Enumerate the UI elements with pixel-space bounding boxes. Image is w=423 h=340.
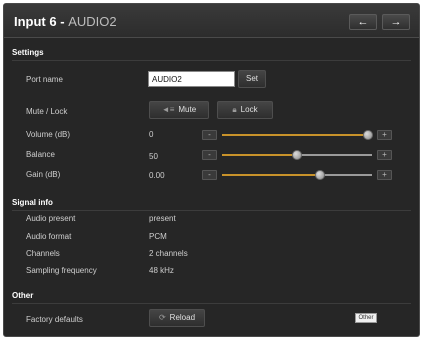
channels-label: Channels [26, 249, 60, 258]
mute-lock-label: Mute / Lock [26, 107, 68, 116]
reload-icon: ⟳ [158, 313, 166, 322]
volume-increase-button[interactable]: + [377, 130, 392, 140]
title-separator: - [60, 14, 65, 29]
set-button[interactable]: Set [238, 70, 266, 88]
volume-fill [222, 134, 368, 136]
balance-label: Balance [26, 150, 55, 159]
signal-info-heading: Signal info [12, 198, 53, 207]
arrow-right-icon: → [390, 16, 402, 28]
settings-divider [12, 60, 411, 61]
balance-slider[interactable] [222, 150, 372, 160]
balance-slider-row: - + [202, 150, 392, 162]
volume-decrease-button[interactable]: - [202, 130, 217, 140]
padlock-icon: 🔒︎ [232, 105, 237, 114]
gain-decrease-button[interactable]: - [202, 170, 217, 180]
signal-info-divider [12, 210, 411, 211]
mute-label: Mute [178, 105, 197, 114]
arrow-left-icon: ← [357, 16, 369, 28]
page-title: Input 6 - AUDIO2 [14, 14, 117, 29]
audio-present-value: present [149, 214, 176, 223]
balance-fill [222, 154, 297, 156]
gain-slider[interactable] [222, 170, 372, 180]
gain-thumb[interactable] [314, 170, 325, 180]
factory-defaults-label: Factory defaults [26, 315, 83, 324]
audio-present-label: Audio present [26, 214, 76, 223]
speaker-icon: ◄≡ [161, 105, 175, 114]
lock-button[interactable]: 🔒︎ Lock [217, 101, 273, 119]
mute-button[interactable]: ◄≡ Mute [149, 101, 209, 119]
balance-decrease-button[interactable]: - [202, 150, 217, 160]
audio-format-label: Audio format [26, 232, 72, 241]
port-name-input[interactable] [148, 71, 235, 87]
volume-value: 0 [149, 130, 154, 139]
balance-value: 50 [149, 152, 158, 161]
reload-label: Reload [169, 313, 196, 322]
title-main: Input 6 [14, 14, 57, 29]
sampling-frequency-value: 48 kHz [149, 266, 174, 275]
channels-value: 2 channels [149, 249, 188, 258]
balance-increase-button[interactable]: + [377, 150, 392, 160]
settings-heading: Settings [12, 48, 44, 57]
volume-slider[interactable] [222, 130, 373, 140]
volume-label: Volume (dB) [26, 130, 71, 139]
lock-label: Lock [240, 105, 258, 114]
input-panel: Input 6 - AUDIO2 ← → Settings Port name … [3, 3, 420, 337]
gain-increase-button[interactable]: + [377, 170, 392, 180]
next-button[interactable]: → [382, 14, 410, 30]
title-bar: Input 6 - AUDIO2 ← → [4, 4, 419, 38]
volume-slider-row: - + [202, 130, 392, 142]
audio-format-value: PCM [149, 232, 167, 241]
port-name-label: Port name [26, 75, 63, 84]
reload-button[interactable]: ⟳ Reload [149, 309, 205, 327]
other-divider [12, 303, 411, 304]
prev-button[interactable]: ← [349, 14, 377, 30]
volume-thumb[interactable] [362, 130, 373, 140]
gain-value: 0.00 [149, 171, 165, 180]
balance-thumb[interactable] [292, 150, 302, 160]
gain-label: Gain (dB) [26, 170, 61, 179]
gain-slider-row: - + [202, 170, 392, 182]
other-badge: Other [355, 313, 377, 323]
gain-fill [222, 174, 320, 176]
title-port-name: AUDIO2 [68, 14, 117, 29]
other-heading: Other [12, 291, 34, 300]
sampling-frequency-label: Sampling frequency [26, 266, 97, 275]
